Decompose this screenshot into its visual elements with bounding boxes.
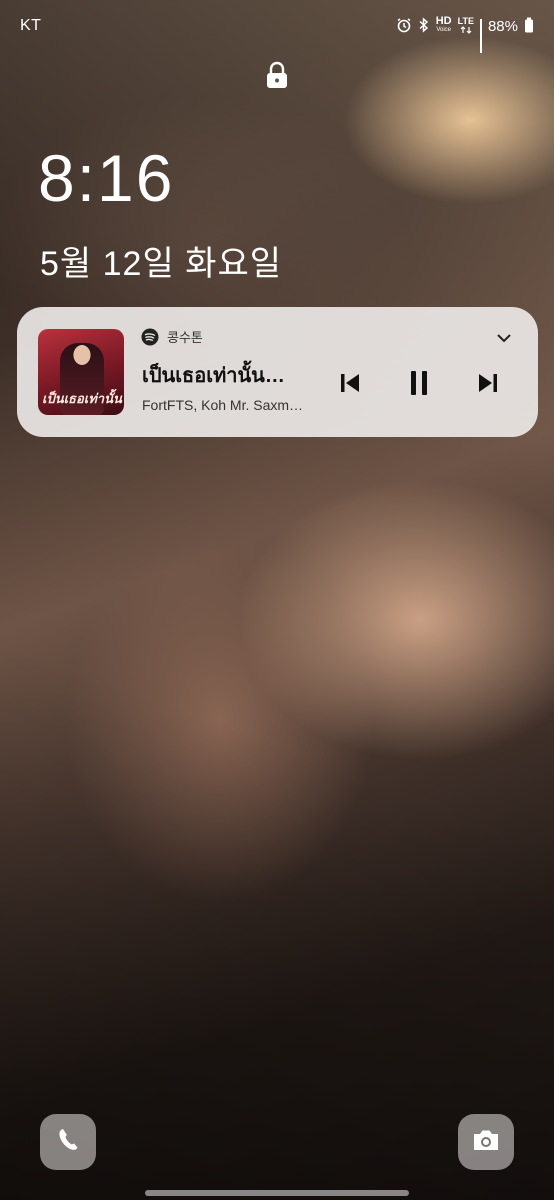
camera-shortcut-button[interactable] xyxy=(458,1114,514,1170)
phone-shortcut-button[interactable] xyxy=(40,1114,96,1170)
lock-icon[interactable] xyxy=(265,60,289,90)
status-icons: HD Voice LTE 88% xyxy=(396,15,534,53)
song-title: เป็นเธอเท่านั้น… xyxy=(142,365,285,387)
media-app-name: 콩수톤 xyxy=(167,330,203,345)
chevron-down-icon[interactable] xyxy=(496,331,512,343)
clock-time: 8:16 xyxy=(38,141,175,215)
pause-icon[interactable] xyxy=(407,369,431,397)
status-bar: KT HD Voice LTE 88% xyxy=(20,14,534,53)
navigation-handle[interactable] xyxy=(145,1190,409,1196)
hd-sub-label: Voice xyxy=(436,27,452,33)
battery-level: 88% xyxy=(487,17,518,35)
signal-icon xyxy=(479,19,482,53)
media-app-row: 콩수톤 xyxy=(141,327,203,346)
camera-icon xyxy=(471,1127,501,1158)
song-artist: FortFTS, Koh Mr. Saxm… xyxy=(142,397,304,413)
hd-label: HD xyxy=(435,15,452,27)
lock-screen: KT HD Voice LTE 88% 8:16 5월 12일 화요일 เป็น… xyxy=(0,0,554,1200)
battery-icon xyxy=(524,17,534,36)
previous-icon[interactable] xyxy=(338,369,362,397)
album-art-text: เป็นเธอเท่านั้น xyxy=(42,392,122,407)
lte-icon: LTE xyxy=(457,15,474,36)
carrier-label: KT xyxy=(20,17,42,34)
album-art[interactable]: เป็นเธอเท่านั้น xyxy=(38,329,124,415)
hd-voice-icon: HD Voice xyxy=(435,15,452,35)
bluetooth-icon xyxy=(418,16,430,36)
media-player-card[interactable]: เป็นเธอเท่านั้น 콩수톤 เป็นเธอเท่านั้น… For… xyxy=(17,307,538,437)
next-icon[interactable] xyxy=(476,369,500,397)
spotify-icon xyxy=(141,328,159,346)
phone-icon xyxy=(54,1126,82,1159)
date-label: 5월 12일 화요일 xyxy=(40,245,283,283)
alarm-icon xyxy=(396,17,412,36)
lte-label: LTE xyxy=(457,15,474,26)
